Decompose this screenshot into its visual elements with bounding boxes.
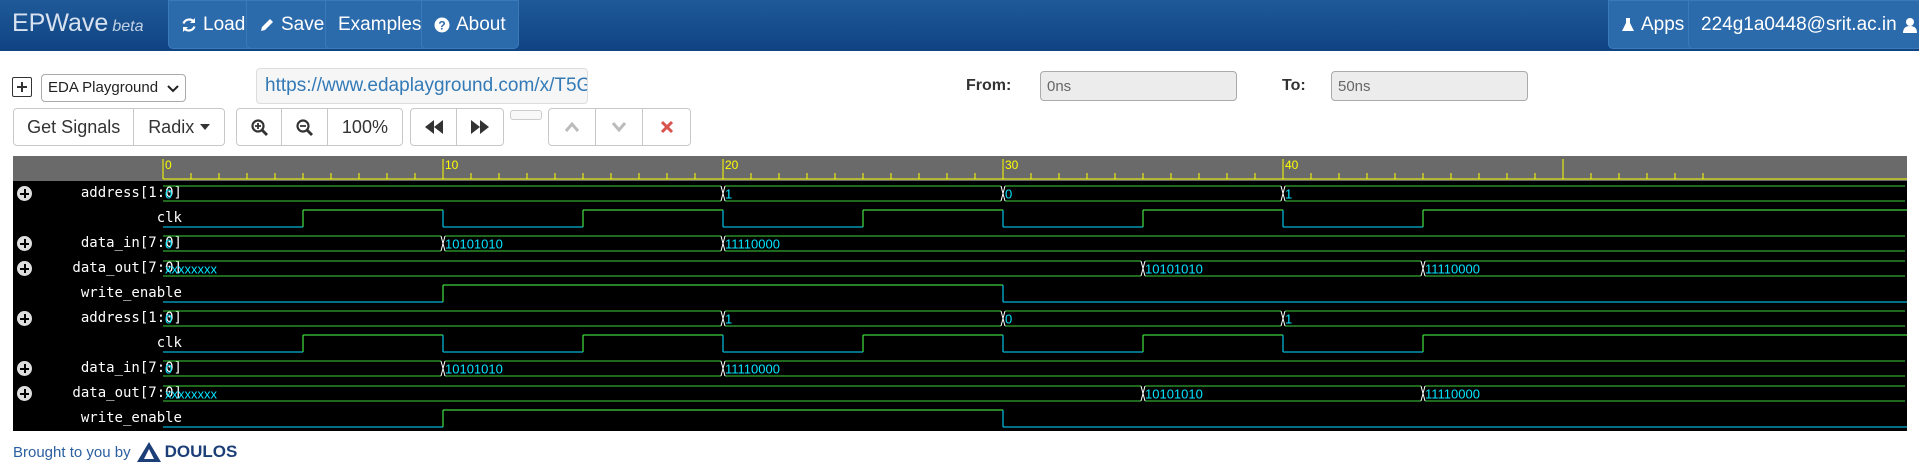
close-icon xyxy=(660,120,673,134)
ruler-label: 0 xyxy=(165,158,172,172)
bus-value: 1 xyxy=(725,187,732,202)
bus-value: 1 xyxy=(725,312,732,327)
bus-value: 0 xyxy=(165,187,172,202)
zoom-out-icon xyxy=(296,118,314,136)
waveform-canvas[interactable]: 0 10 20 30 400 1 0 10 10101010 11110000xxxxxxxx 10… xyxy=(13,156,1907,431)
user-icon xyxy=(1902,17,1917,33)
source-select-value: EDA Playground xyxy=(48,79,159,96)
signals-button-group: Get Signals Radix xyxy=(13,108,225,146)
radix-label: Radix xyxy=(148,116,195,137)
bus-value: 10101010 xyxy=(1145,262,1203,277)
zoom-level-button[interactable]: 100% xyxy=(328,109,402,145)
question-icon: ? xyxy=(434,17,450,32)
signal-edit-button-group xyxy=(548,108,691,146)
bus-value: xxxxxxxx xyxy=(165,387,218,402)
bus-value: 11110000 xyxy=(1425,262,1480,277)
bus-value: 11110000 xyxy=(725,237,780,252)
previous-edge-button[interactable] xyxy=(411,109,458,145)
bus-value: 10101010 xyxy=(1145,387,1203,402)
examples-label: Examples xyxy=(338,14,422,35)
load-label: Load xyxy=(203,14,246,35)
bus-value: 0 xyxy=(165,312,172,327)
flask-icon xyxy=(1622,17,1634,31)
svg-text:?: ? xyxy=(438,18,445,32)
doulos-logo-icon xyxy=(136,442,161,462)
bus-value: 1 xyxy=(1285,312,1292,327)
examples-button[interactable]: Examples xyxy=(325,0,435,49)
from-label: From: xyxy=(966,77,1012,94)
get-signals-button[interactable]: Get Signals xyxy=(14,109,135,145)
zoom-in-button[interactable] xyxy=(237,109,283,145)
bus-value: 0 xyxy=(1005,312,1012,327)
next-edge-button[interactable] xyxy=(457,109,503,145)
doulos-logo-text: DOULOS xyxy=(164,442,238,461)
backward-icon xyxy=(424,120,443,134)
bus-value: 11110000 xyxy=(725,362,780,377)
source-toolbar: EDA Playground https://www.edaplayground… xyxy=(0,68,1919,104)
add-panel-icon[interactable] xyxy=(12,77,32,97)
source-select[interactable]: EDA Playground xyxy=(41,74,186,102)
brand-logo[interactable]: EPWave beta xyxy=(12,9,143,38)
save-label: Save xyxy=(281,14,325,35)
chevron-up-icon xyxy=(564,121,580,132)
bus-value: 1 xyxy=(1285,187,1292,202)
refresh-icon xyxy=(182,17,196,32)
bus-value: 0 xyxy=(1005,187,1012,202)
share-url-field[interactable]: https://www.edaplayground.com/x/T5GG xyxy=(256,68,588,104)
user-email: 224g1a0448@srit.ac.in xyxy=(1701,14,1897,35)
navigate-button-group xyxy=(410,108,504,146)
caret-down-icon xyxy=(200,124,211,130)
bus-value: 11110000 xyxy=(1425,387,1480,402)
apps-label: Apps xyxy=(1641,14,1685,35)
ruler-label: 20 xyxy=(725,158,739,172)
zoom-in-icon xyxy=(251,118,268,136)
from-input[interactable]: 0ns xyxy=(1040,71,1237,101)
doulos-logo[interactable]: DOULOS xyxy=(136,442,238,462)
bus-value: 10101010 xyxy=(445,237,503,252)
cursor-value-box xyxy=(510,110,542,120)
move-up-button[interactable] xyxy=(549,109,596,145)
brand-name: EPWave xyxy=(12,9,109,37)
apps-button[interactable]: Apps xyxy=(1608,0,1698,49)
bus-value: 0 xyxy=(165,237,172,252)
brand-beta: beta xyxy=(112,18,144,35)
zoom-button-group: 100% xyxy=(236,108,403,146)
move-down-button[interactable] xyxy=(596,109,643,145)
waveform-viewer[interactable]: address[1:0] clk data_in[7:0] data_out[7:0]… xyxy=(13,156,1907,431)
zoom-out-button[interactable] xyxy=(282,109,328,145)
to-label: To: xyxy=(1282,77,1306,94)
footer: Brought to you by DOULOS xyxy=(13,442,237,462)
radix-dropdown[interactable]: Radix xyxy=(134,109,224,145)
to-input[interactable]: 50ns xyxy=(1331,71,1528,101)
chevron-down-icon xyxy=(611,122,627,133)
about-button[interactable]: ? About xyxy=(421,0,519,49)
bus-value: 10101010 xyxy=(445,362,503,377)
remove-signal-button[interactable] xyxy=(643,109,690,145)
ruler-label: 30 xyxy=(1005,158,1019,172)
footer-text: Brought to you by xyxy=(13,443,131,461)
pencil-icon xyxy=(261,18,273,31)
ruler-label: 40 xyxy=(1285,158,1299,172)
forward-icon xyxy=(471,120,489,134)
navbar: EPWave beta Load Save Examples ? About Ap… xyxy=(0,0,1919,51)
bus-value: 0 xyxy=(165,362,172,377)
chevron-down-icon xyxy=(167,85,179,93)
user-menu-button[interactable]: 224g1a0448@srit.ac.in xyxy=(1688,0,1919,49)
save-button[interactable]: Save xyxy=(246,0,338,49)
about-label: About xyxy=(456,14,506,35)
bus-value: xxxxxxxx xyxy=(165,262,218,277)
ruler-label: 10 xyxy=(445,158,459,172)
load-button[interactable]: Load xyxy=(168,0,259,49)
